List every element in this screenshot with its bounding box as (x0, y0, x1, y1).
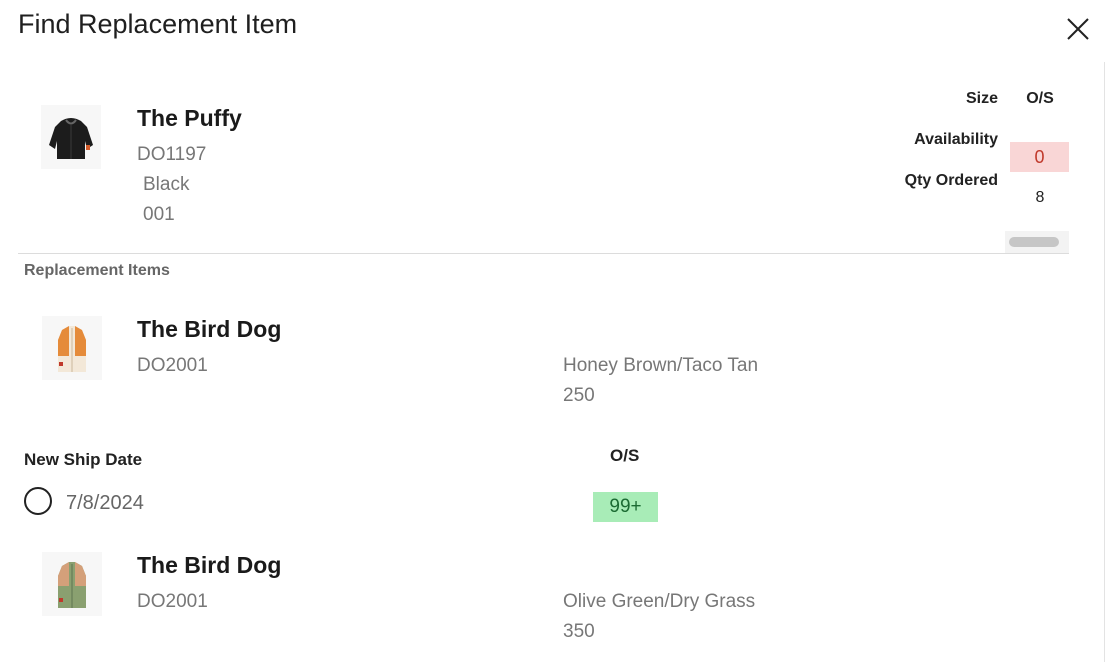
green-vest-icon (58, 562, 86, 608)
new-ship-date-label: New Ship Date (24, 450, 143, 469)
ship-date-radio[interactable] (24, 487, 52, 515)
horizontal-scroll-thumb[interactable] (1009, 237, 1059, 247)
close-button[interactable] (1064, 15, 1092, 43)
size-value: O/S (1026, 90, 1054, 107)
replacement-item-color: Olive Green/Dry Grass (563, 591, 756, 612)
vertical-scrollbar[interactable] (1104, 62, 1105, 662)
replacement-item-color-code: 250 (563, 385, 595, 406)
current-item-thumbnail (41, 105, 101, 169)
current-item-color-code: 001 (143, 204, 175, 225)
replacement-item-thumbnail (42, 552, 102, 616)
qty-ordered-label: Qty Ordered (904, 172, 998, 189)
replacement-item-color: Honey Brown/Taco Tan (563, 355, 759, 376)
divider (18, 253, 1069, 254)
current-item-name: The Puffy (137, 105, 242, 131)
current-item-sku: DO1197 (137, 144, 207, 165)
ship-date-value: 7/8/2024 (66, 492, 144, 514)
replacement-item-name: The Bird Dog (137, 316, 282, 342)
orange-vest-icon (58, 326, 86, 372)
replacement-item-name: The Bird Dog (137, 552, 282, 578)
replacement-item-sku: DO2001 (137, 355, 208, 376)
size-label: Size (965, 90, 998, 107)
replacement-items-heading: Replacement Items (24, 262, 170, 279)
replacement-item-sku: DO2001 (137, 591, 208, 612)
replacement-item-thumbnail (42, 316, 102, 380)
close-icon (1067, 18, 1089, 40)
availability-label: Availability (914, 131, 998, 148)
replacement-item-color-code: 350 (563, 621, 595, 642)
availability-badge: 0 (1010, 142, 1069, 172)
dialog-title: Find Replacement Item (18, 9, 298, 39)
black-jacket-icon (49, 118, 93, 159)
stock-badge: 99+ (593, 492, 658, 522)
qty-ordered-value: 8 (1035, 189, 1045, 206)
current-item-color: Black (143, 174, 190, 195)
size-column-header: O/S (610, 446, 640, 465)
